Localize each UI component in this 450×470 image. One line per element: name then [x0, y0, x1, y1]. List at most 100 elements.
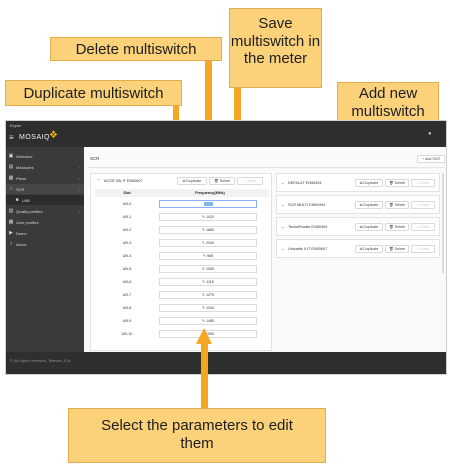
duplicate-icon: ⧉ — [182, 179, 186, 183]
delete-label: Delete — [394, 247, 405, 251]
table-row: UB-1 ✎ 1420 — [95, 212, 269, 222]
sidebar: ▣ Welcome ▤ Measures › ▦ Plans › ○ SCR ›… — [6, 147, 84, 352]
frequency-value: 1680 — [206, 228, 214, 232]
sidebar-item-label: Plans — [16, 175, 27, 181]
duplicate-button[interactable]: ⧉ Duplicate — [355, 201, 383, 209]
duplicate-label: Duplicate — [186, 179, 202, 183]
frequency-field[interactable]: ✎ 1420 — [159, 213, 257, 221]
expand-chevron-icon[interactable]: ⌄ — [281, 180, 284, 185]
sidebar-item-scr[interactable]: ○ SCR › — [6, 184, 84, 194]
frequency-field[interactable]: ✎ 1340 — [159, 304, 257, 312]
table-row: UB-2 ✎ 1680 — [95, 225, 269, 235]
save-button[interactable]: ▭ Save — [411, 245, 435, 253]
frequency-field[interactable]: ✎ 2040 — [159, 239, 257, 247]
delete-button[interactable]: 🗑 Delete — [385, 223, 409, 231]
multiswitch-panel: ⌄ DEFAULT EN50494 ⧉ Duplicate 🗑 Delete ▭ Sa… — [276, 173, 440, 192]
frequency-field[interactable]: ✎ 1680 — [159, 226, 257, 234]
add-scr-button[interactable]: + Add SCR — [417, 155, 445, 163]
table-row: UB-5 ✎ 1050 — [95, 264, 269, 274]
chart-icon: ▤ — [8, 164, 14, 170]
table-row: UB-6 ✎ 1115 — [95, 277, 269, 287]
delete-button[interactable]: 🗑 Delete — [209, 177, 235, 185]
pencil-icon: ✎ — [201, 241, 205, 245]
slot-label: UB-8 — [122, 306, 132, 310]
duplicate-icon: ⧉ — [359, 181, 363, 185]
sidebar-item-label: Measures — [16, 164, 34, 170]
brand-name: MOSAIQ — [19, 134, 51, 141]
sidebar-item-plans[interactable]: ▦ Plans › — [6, 173, 84, 183]
save-button[interactable]: ▭ Save — [411, 201, 435, 209]
save-button[interactable]: ▭ Save — [411, 179, 435, 187]
save-icon: ▭ — [243, 179, 248, 183]
delete-button[interactable]: 🗑 Delete — [385, 201, 409, 209]
save-button[interactable]: ▭ Save — [411, 223, 435, 231]
frequency-field[interactable]: ✎ 1115 — [159, 278, 257, 286]
expand-chevron-icon[interactable]: ⌄ — [281, 202, 284, 207]
save-label: Save — [421, 247, 430, 251]
sidebar-item-quality-profiles[interactable]: ▥ Quality profiles › — [6, 206, 84, 216]
delete-label: Delete — [394, 225, 405, 229]
frequency-field[interactable]: ✎ 985 — [159, 252, 257, 260]
scrollbar[interactable] — [442, 173, 444, 273]
slot-label: UB-9 — [122, 319, 132, 323]
sidebar-item-lnb[interactable]: ■ LNB — [6, 195, 84, 205]
frequency-field[interactable]: ✎ 1275 — [159, 291, 257, 299]
user-icon[interactable]: ● — [428, 131, 432, 137]
sidebar-item-measures[interactable]: ▤ Measures › — [6, 162, 84, 172]
callout-add-new-text: Add new multiswitch — [351, 85, 425, 120]
table-row: UB-0 — [95, 199, 269, 209]
frequency-value: 1115 — [206, 280, 214, 284]
frequency-field[interactable]: ✎ 1485 — [159, 317, 257, 325]
expand-chevron-icon[interactable]: ⌄ — [281, 224, 284, 229]
sidebar-item-demo[interactable]: ▶ Demo — [6, 228, 84, 238]
table-row: UB-4 ✎ 985 — [95, 251, 269, 261]
arrow-select-shaft — [201, 343, 208, 408]
save-icon: ▭ — [416, 225, 421, 229]
multiswitch-panel: ⌄ SCR MULTI EN50494 ⧉ Duplicate 🗑 Delete ▭… — [276, 195, 440, 214]
sidebar-item-about[interactable]: i About — [6, 239, 84, 249]
duplicate-label: Duplicate — [363, 181, 379, 185]
delete-button[interactable]: 🗑 Delete — [385, 179, 409, 187]
grid-icon: ▦ — [8, 175, 14, 181]
table-row: UB-3 ✎ 2040 — [95, 238, 269, 248]
slot-label: UB-2 — [122, 228, 132, 232]
callout-duplicate-text: Duplicate multiswitch — [23, 85, 164, 102]
frequency-field[interactable]: ✎ 1050 — [159, 265, 257, 273]
callout-delete-text: Delete multiswitch — [75, 41, 197, 58]
multiswitch-title: DEFAULT EN50494 — [288, 181, 322, 185]
main-content: SCR + Add SCR ⌃ ACSS SW IT EN50607 ⧉ Dup… — [84, 147, 446, 352]
arrow-select-head — [196, 328, 212, 344]
collapse-chevron-icon[interactable]: ⌃ — [97, 178, 100, 183]
frequency-value: 2040 — [206, 241, 214, 245]
frequency-field[interactable] — [159, 200, 257, 208]
expand-chevron-icon[interactable]: ⌄ — [281, 246, 284, 251]
pencil-icon: ✎ — [201, 319, 205, 323]
sidebar-item-label: Demo — [16, 230, 27, 236]
duplicate-button[interactable]: ⧉ Duplicate — [355, 245, 383, 253]
save-button[interactable]: ▭ Save — [237, 177, 263, 185]
table-row: UB-10 ✎ 1550 — [95, 329, 269, 339]
frequency-value: 1275 — [206, 293, 214, 297]
app-small-title: Expler — [10, 123, 22, 128]
sidebar-item-user-profiles[interactable]: ▩ User profiles — [6, 217, 84, 227]
slot-label: UB-1 — [122, 215, 132, 219]
trash-icon: 🗑 — [389, 181, 394, 185]
multiswitch-title: Unicable II IT EN50607 — [288, 247, 328, 251]
delete-button[interactable]: 🗑 Delete — [385, 245, 409, 253]
menu-icon[interactable]: ≡ — [9, 133, 14, 142]
duplicate-button[interactable]: ⧉ Duplicate — [177, 177, 207, 185]
sidebar-item-welcome[interactable]: ▣ Welcome — [6, 151, 84, 161]
duplicate-button[interactable]: ⧉ Duplicate — [355, 223, 383, 231]
home-icon: ▣ — [8, 153, 14, 159]
save-label: Save — [421, 181, 430, 185]
sidebar-item-label: SCR — [16, 186, 25, 192]
multiswitch-panel: ⌄ TechniRouter EN50494 ⧉ Duplicate 🗑 Delet… — [276, 217, 440, 236]
duplicate-button[interactable]: ⧉ Duplicate — [355, 179, 383, 187]
duplicate-label: Duplicate — [363, 225, 379, 229]
column-header-slot: Slot — [123, 191, 131, 195]
pencil-icon: ✎ — [201, 215, 205, 219]
chevron-icon: › — [78, 208, 80, 214]
pencil-icon: ✎ — [202, 254, 206, 258]
multiswitch-panel-left: ⌃ ACSS SW IT EN50607 ⧉ Duplicate 🗑 Delet… — [90, 173, 272, 351]
sidebar-item-label: About — [16, 241, 27, 247]
